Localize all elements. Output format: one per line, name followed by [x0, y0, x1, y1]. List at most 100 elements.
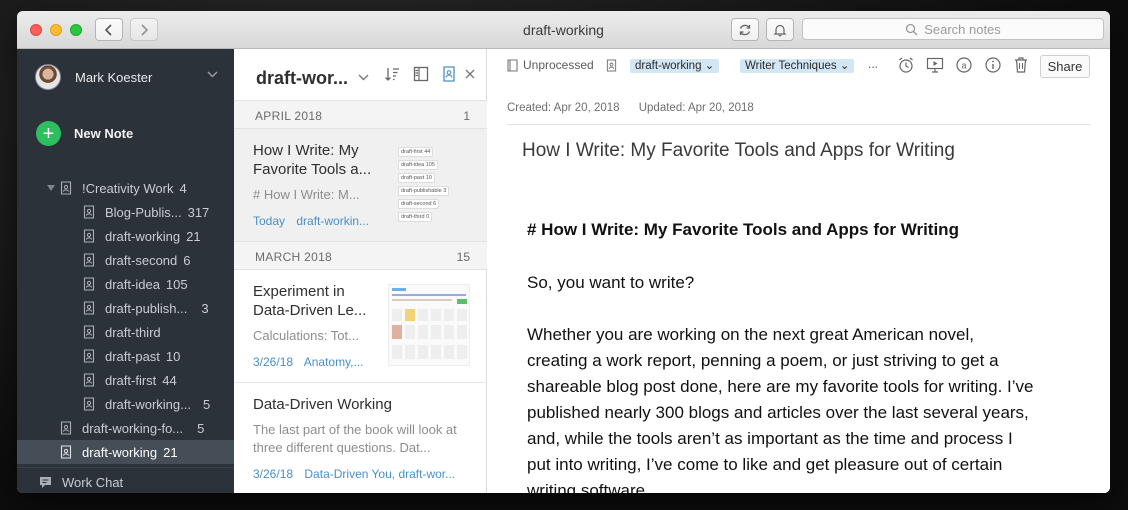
- sidebar-notebook[interactable]: draft-working 21: [17, 224, 234, 248]
- notebook-count: 10: [165, 348, 181, 364]
- share-button[interactable]: Share: [1040, 55, 1090, 78]
- note-snippet: # How I Write: M...: [253, 187, 360, 202]
- notebook-count: 5: [202, 396, 211, 412]
- notebook-label: draft-publish...: [105, 300, 188, 316]
- sidebar-notebook[interactable]: draft-idea 105: [17, 272, 234, 296]
- notebook-count: 6: [183, 252, 191, 268]
- close-icon[interactable]: [465, 69, 475, 79]
- view-options-icon[interactable]: [413, 66, 429, 82]
- text-line: writing software.: [527, 481, 650, 493]
- notebook-label: draft-second: [105, 252, 178, 268]
- notebook-indicator[interactable]: Unprocessed: [507, 58, 617, 72]
- search-input[interactable]: Search notes: [802, 18, 1104, 40]
- shared-notebook-icon: [606, 58, 616, 72]
- note-meta: 3/26/18 Anatomy,...: [253, 355, 364, 369]
- note-title: Experiment in Data-Driven Le...: [253, 283, 367, 319]
- avatar: [35, 64, 61, 90]
- sidebar-notebook[interactable]: draft-publish... 3: [17, 296, 234, 320]
- note-date: Today: [253, 214, 286, 228]
- shared-notebook-icon: [83, 349, 95, 363]
- shared-notebook-icon: [60, 445, 72, 459]
- note-tags: Data-Driven You, draft-wor...: [304, 467, 456, 481]
- note-body-paragraph[interactable]: So, you want to write?: [527, 270, 1087, 296]
- note-card[interactable]: Experiment in Data-Driven Le... Calculat…: [234, 270, 487, 383]
- notebook-label: draft-working: [82, 444, 158, 460]
- sidebar-notebook[interactable]: draft-working-fo... 5: [17, 416, 234, 440]
- stack-count: 4: [179, 180, 187, 196]
- new-note-button[interactable]: + New Note: [36, 121, 133, 146]
- work-chat-icon[interactable]: a: [955, 56, 973, 74]
- more-tags[interactable]: ...: [868, 57, 878, 71]
- shared-notebook-icon: [60, 181, 72, 195]
- sidebar-notebook[interactable]: draft-first 44: [17, 368, 234, 392]
- notebook-icon: [507, 58, 518, 72]
- notebook-count: 3: [201, 300, 209, 316]
- note-tags: draft-workin...: [296, 214, 370, 228]
- note-list-title[interactable]: draft-wor...: [256, 68, 348, 89]
- sidebar-notebook[interactable]: draft-second 6: [17, 248, 234, 272]
- tag-label: draft-working: [635, 60, 702, 72]
- sidebar-notebook[interactable]: draft-third: [17, 320, 234, 344]
- note-card[interactable]: Data-Driven Working The last part of the…: [234, 383, 487, 493]
- notebook-name: Unprocessed: [523, 58, 594, 72]
- notebook-count: 44: [162, 372, 177, 388]
- plus-icon: +: [36, 121, 61, 146]
- note-title: Data-Driven Working: [253, 396, 392, 413]
- notebook-label: draft-idea: [105, 276, 160, 292]
- text-line: shareable blog post done, here are my fa…: [527, 377, 1034, 396]
- note-thumbnail: [388, 284, 470, 366]
- section-count: 15: [456, 250, 470, 264]
- bell-icon: [773, 24, 787, 36]
- note-title-field[interactable]: How I Write: My Favorite Tools and Apps …: [522, 140, 955, 162]
- thumb-tag: draft-past 10: [398, 173, 435, 183]
- note-list-header: draft-wor...: [234, 49, 487, 101]
- reminder-icon[interactable]: [897, 56, 915, 74]
- work-chat-button[interactable]: Work Chat: [39, 475, 123, 490]
- thumb-tag: draft-second 6: [398, 199, 440, 209]
- sidebar-notebook[interactable]: Blog-Publis... 317: [17, 200, 234, 224]
- work-chat-label: Work Chat: [62, 475, 124, 490]
- notebook-label: draft-working...: [105, 396, 191, 412]
- note-card-selected[interactable]: How I Write: My Favorite Tools a... # Ho…: [234, 129, 487, 242]
- caret-down-icon[interactable]: [47, 185, 55, 191]
- account-switcher[interactable]: Mark Koester: [35, 64, 152, 90]
- sort-icon[interactable]: [384, 66, 400, 82]
- text-line: and, while the tools aren’t as important…: [527, 429, 1013, 448]
- sidebar-notebook-selected[interactable]: draft-working 21: [17, 440, 234, 464]
- notebook-label: Blog-Publis...: [105, 204, 182, 220]
- text-line: put into writing, I’ve come to like and …: [527, 455, 1003, 474]
- note-list: draft-wor... APRIL 2018 1 How I Write: M…: [234, 49, 487, 493]
- chevron-down-icon[interactable]: [207, 71, 218, 78]
- updated-date: Updated: Apr 20, 2018: [638, 102, 754, 114]
- note-date: 3/26/18: [253, 355, 294, 369]
- note-body-heading[interactable]: # How I Write: My Favorite Tools and App…: [527, 220, 959, 240]
- notebook-info-icon[interactable]: [442, 66, 456, 82]
- notebook-count: 5: [197, 420, 205, 436]
- shared-notebook-icon: [83, 253, 95, 267]
- sidebar-notebook[interactable]: draft-working... 5: [17, 392, 234, 416]
- trash-icon[interactable]: [1013, 56, 1029, 74]
- info-icon[interactable]: [984, 56, 1002, 74]
- text-line: creating a work report, penning a poem, …: [527, 351, 999, 370]
- sidebar-notebook[interactable]: draft-past 10: [17, 344, 234, 368]
- sidebar-stack-creativity-work[interactable]: !Creativity Work 4: [17, 176, 234, 200]
- present-icon[interactable]: [926, 56, 944, 74]
- chevron-down-icon[interactable]: [358, 74, 369, 81]
- stack-label: !Creativity Work: [82, 180, 174, 196]
- note-snippet: The last part of the book will look at t…: [253, 422, 457, 455]
- tag-pill[interactable]: draft-working ⌄: [630, 59, 720, 73]
- notifications-button[interactable]: [766, 18, 794, 41]
- section-label: APRIL 2018: [255, 109, 323, 123]
- section-header: MARCH 2018 15: [234, 242, 487, 270]
- search-placeholder: Search notes: [924, 21, 1001, 37]
- tag-label: Writer Techniques: [745, 60, 837, 72]
- user-name: Mark Koester: [75, 69, 153, 85]
- notebook-label: draft-working-fo...: [82, 420, 184, 436]
- note-body-paragraph[interactable]: Whether you are working on the next grea…: [527, 322, 1087, 493]
- tag-pill[interactable]: Writer Techniques ⌄: [740, 59, 855, 73]
- notebook-label: draft-first: [105, 372, 157, 388]
- chevron-down-icon: ⌄: [704, 60, 715, 72]
- created-date: Created: Apr 20, 2018: [507, 102, 620, 114]
- sync-button[interactable]: [731, 18, 759, 41]
- text-line: Whether you are working on the next grea…: [527, 325, 974, 344]
